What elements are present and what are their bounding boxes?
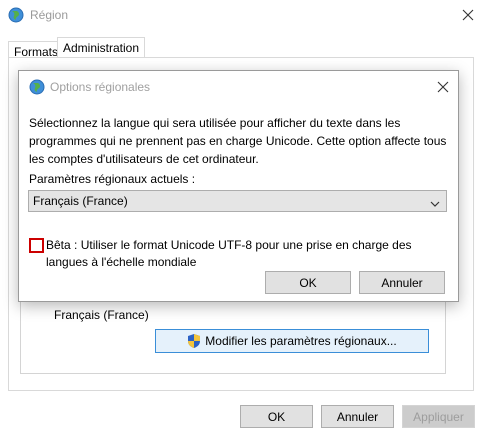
- close-icon[interactable]: [460, 7, 476, 23]
- locale-dropdown-value: Français (France): [33, 194, 128, 208]
- modify-button-label: Modifier les paramètres régionaux...: [205, 334, 397, 348]
- beta-utf8-checkbox[interactable]: [29, 238, 44, 253]
- chevron-down-icon: [430, 197, 440, 207]
- outer-title-bar: Région: [0, 0, 482, 30]
- cancel-button[interactable]: Annuler: [321, 405, 394, 428]
- beta-utf8-label: Bêta : Utiliser le format Unicode UTF-8 …: [46, 238, 412, 269]
- close-icon[interactable]: [435, 79, 451, 95]
- globe-icon: [8, 7, 24, 23]
- dialog-description: Sélectionnez la langue qui sera utilisée…: [29, 116, 447, 166]
- globe-icon: [29, 79, 45, 95]
- uac-shield-icon: [187, 333, 201, 349]
- apply-button[interactable]: Appliquer: [402, 405, 475, 428]
- current-locale-label: Paramètres régionaux actuels :: [29, 172, 196, 186]
- dialog-cancel-button[interactable]: Annuler: [359, 271, 445, 294]
- tab-bar: Formats Administration: [0, 30, 482, 60]
- dialog-ok-button[interactable]: OK: [265, 271, 351, 294]
- locale-dropdown[interactable]: Français (France): [28, 190, 447, 212]
- ok-button[interactable]: OK: [240, 405, 313, 428]
- current-locale-text: Français (France): [54, 308, 149, 322]
- window-title: Région: [30, 8, 69, 22]
- regional-options-dialog: Options régionales Sélectionnez la langu…: [18, 70, 459, 302]
- modify-regional-settings-button[interactable]: Modifier les paramètres régionaux...: [155, 329, 429, 353]
- dialog-title: Options régionales: [50, 80, 151, 94]
